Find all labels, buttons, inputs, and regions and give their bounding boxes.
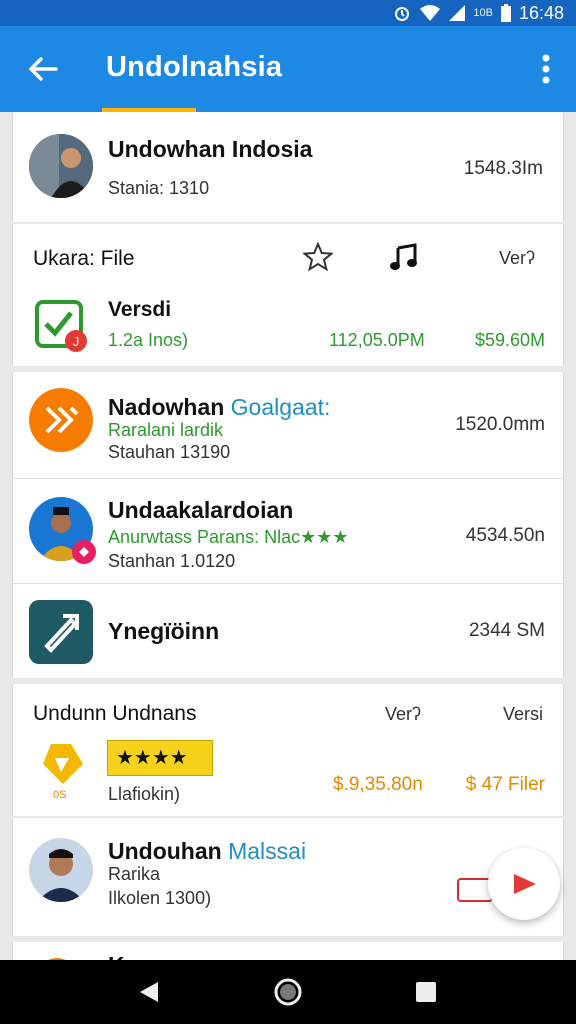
section-header: Ukara: File (33, 247, 135, 270)
item-title: Versdi (108, 298, 172, 321)
teal-app-icon (29, 600, 93, 664)
item-title: Undowhan Indosia (108, 136, 313, 162)
svg-text:0S: 0S (53, 789, 66, 800)
item-subtitle: Stanhan 1.0120 (108, 551, 236, 571)
list-item[interactable]: Undowhan Indosia Stania: 1310 1548.3Im (12, 112, 564, 222)
alarm-icon (395, 7, 410, 21)
column-version-2: Versi (503, 704, 544, 724)
orange-app-icon (29, 388, 93, 452)
status-time: 16:48 (518, 2, 564, 23)
undun-section: Undunn Undnans Verʔ Versi 0S ★★★★ Llafio… (12, 684, 564, 816)
item-size: 2344 SM (468, 620, 545, 641)
rating-badge: ★★★★ (107, 740, 213, 776)
app-list: Nadowhan Goalgaat: Raralani lardik Stauh… (12, 372, 565, 678)
battery-icon (500, 4, 511, 22)
list-item[interactable]: Undouhan Malssai Rarika Ilkolen 1300) (12, 818, 564, 936)
page-title: Undolnahsia (106, 51, 283, 83)
item-size: 1548.3Im (463, 158, 543, 179)
list-item[interactable]: 0S ★★★★ Llafiokin) $.9,35.80n $ 47 Filer (13, 730, 565, 814)
avatar (29, 134, 93, 198)
list-item[interactable]: J Versdi 1.2a Inos) 112,05.0PM $59.60M (13, 284, 565, 364)
svg-text:J: J (73, 334, 80, 349)
check-app-icon: J (35, 300, 87, 352)
item-green-text: Anurwtass Parans: Nlac★★★ (108, 527, 349, 547)
nav-back-icon[interactable] (134, 976, 166, 1008)
nav-recents-icon[interactable] (410, 976, 442, 1008)
column-version: Verʔ (385, 704, 422, 724)
item-title: Ynegïöinn (108, 618, 220, 644)
item-subtitle: Llafiokin) (108, 784, 181, 804)
item-subtitle: 1.2a Inos) (108, 330, 189, 350)
list-item[interactable]: Nadowhan Goalgaat: Raralani lardik Stauh… (13, 372, 565, 478)
item-subtitle: Stania: 1310 (108, 178, 210, 198)
list-item[interactable]: K (12, 942, 564, 960)
avatar (29, 838, 93, 902)
more-vert-icon[interactable] (542, 54, 550, 84)
system-nav-bar (0, 960, 576, 1024)
app-bar: Undolnahsia (0, 26, 576, 112)
item-green-text: Raralani lardik (108, 420, 224, 440)
item-size: 4534.50n (465, 525, 545, 546)
pink-badge-icon (72, 540, 96, 564)
item-subtitle: Rarika (108, 864, 161, 884)
list-item[interactable]: Ynegïöinn 2344 SM (13, 584, 565, 678)
section-header: Undunn Undnans (33, 702, 197, 725)
list-item[interactable]: Undaakalardoian Anurwtass Parans: Nlac★★… (13, 479, 565, 583)
file-section: Ukara: File Verʔ J Versdi 1.2a Inos) 112… (12, 224, 564, 366)
play-button[interactable] (488, 848, 560, 920)
item-title: K (108, 952, 125, 960)
star-outline-icon[interactable] (303, 242, 333, 272)
play-icon (514, 874, 536, 894)
rating-stars: ★★★★ (116, 747, 188, 769)
item-price: $59.60M (474, 330, 545, 350)
item-size: 112,05.0PM (329, 330, 425, 350)
back-arrow-icon[interactable] (26, 52, 60, 86)
column-version: Verʔ (499, 248, 536, 268)
yellow-app-icon: 0S (37, 740, 87, 801)
item-price: $.9,35.80n (333, 774, 423, 795)
item-subtitle-2: Ilkolen 1300) (108, 888, 212, 908)
signal-icon (449, 5, 466, 21)
nav-home-icon[interactable] (272, 976, 304, 1008)
item-title: Nadowhan Goalgaat: (108, 394, 331, 420)
item-title: Undaakalardoian (108, 497, 294, 523)
wifi-icon (420, 5, 441, 21)
signal-text: 10B (473, 7, 493, 19)
music-note-icon[interactable] (389, 242, 419, 272)
status-bar: 10B 16:48 (0, 0, 576, 26)
content-list[interactable]: Undowhan Indosia Stania: 1310 1548.3Im U… (0, 112, 576, 960)
item-size: 1520.0mm (455, 414, 545, 435)
item-title: Undouhan Malssai (108, 838, 307, 864)
item-subtitle: Stauhan 13190 (108, 442, 231, 462)
item-price-2: $ 47 Filer (465, 774, 545, 795)
